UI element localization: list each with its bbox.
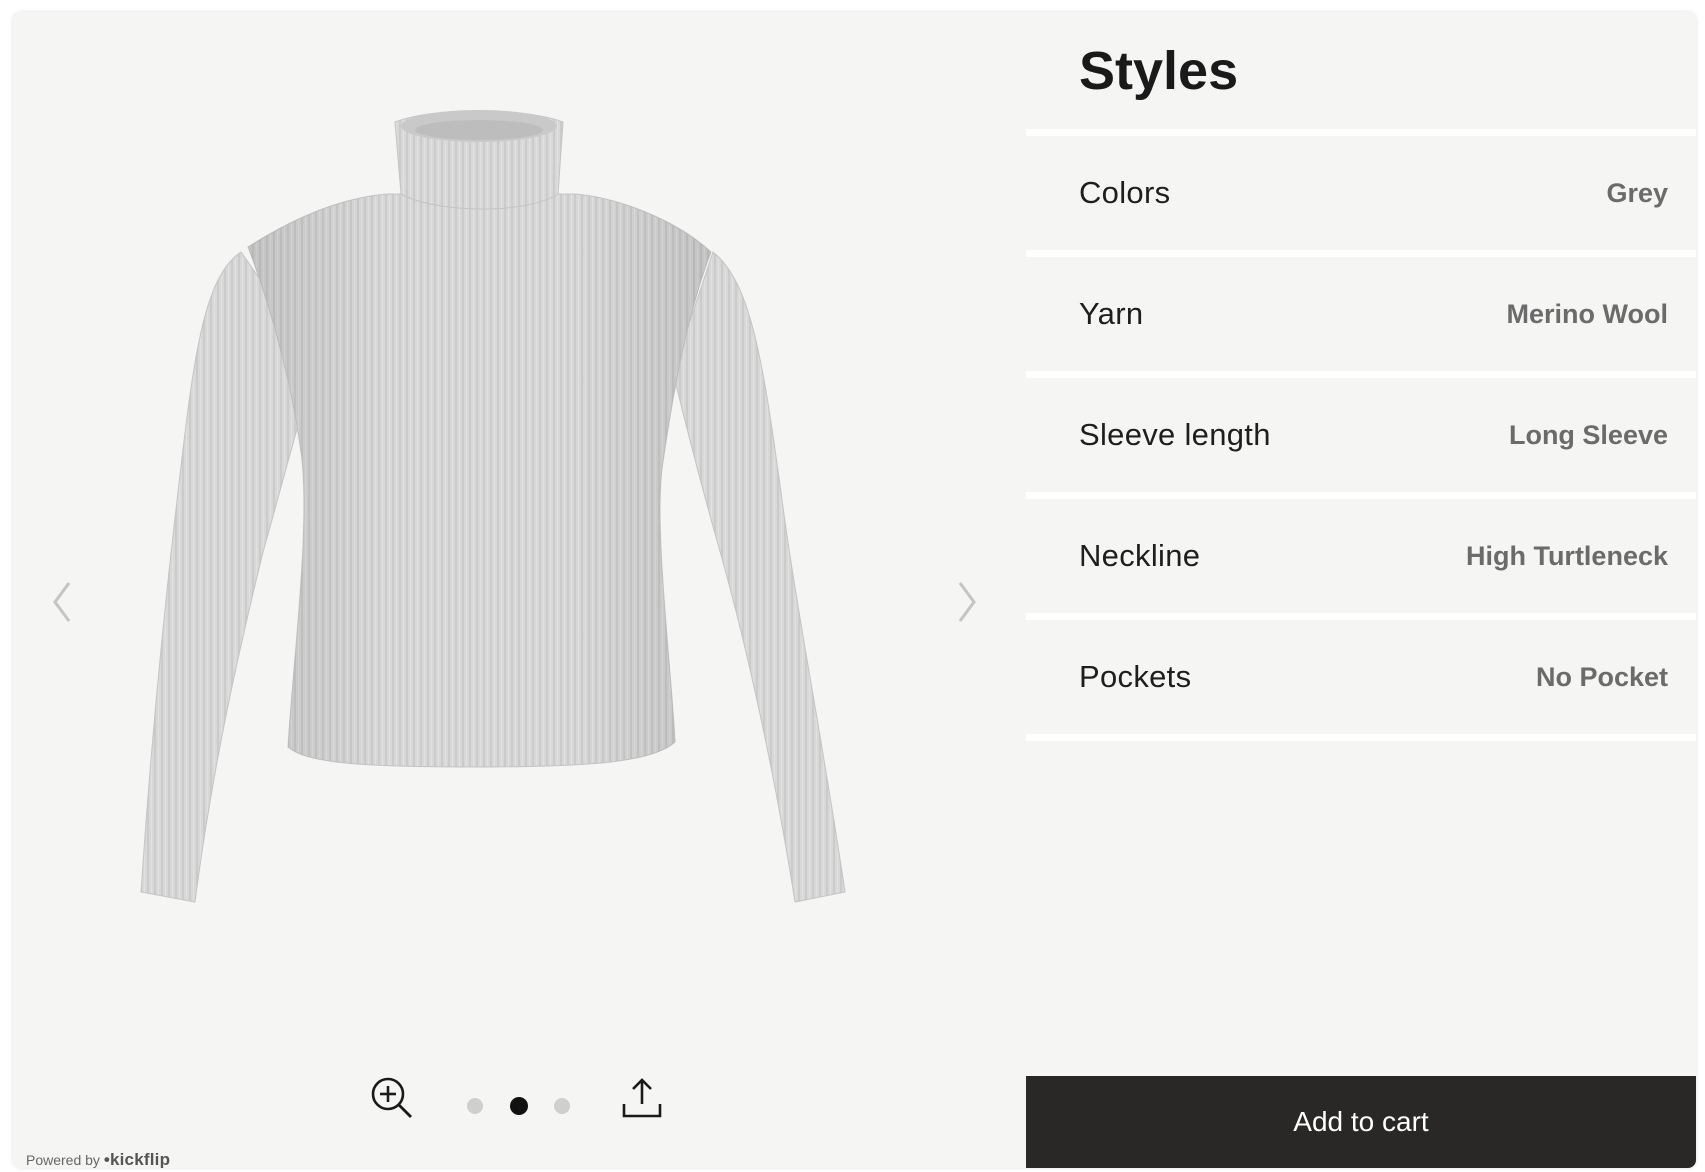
previous-view-button[interactable]	[43, 577, 83, 627]
divider	[1026, 371, 1696, 378]
option-row-pockets[interactable]: Pockets No Pocket	[1026, 620, 1696, 734]
carousel-dot-3[interactable]	[554, 1098, 570, 1114]
carousel-dot-1[interactable]	[467, 1098, 483, 1114]
option-row-neckline[interactable]: Neckline High Turtleneck	[1026, 499, 1696, 613]
option-row-colors[interactable]: Colors Grey	[1026, 136, 1696, 250]
option-label: Sleeve length	[1079, 417, 1271, 452]
product-image	[140, 110, 846, 903]
option-label: Neckline	[1079, 538, 1201, 573]
carousel-dot-2-active[interactable]	[510, 1097, 528, 1115]
panel-title: Styles	[1079, 41, 1239, 101]
share-upload-icon	[622, 1078, 662, 1118]
chevron-right-icon	[958, 582, 976, 622]
option-value: No Pocket	[1535, 661, 1668, 692]
divider	[1026, 129, 1696, 136]
powered-by[interactable]: Powered by •kickflip	[26, 1150, 170, 1168]
product-customizer: Powered by •kickflip Styles Colors Grey …	[13, 12, 1696, 1168]
option-list: Colors Grey Yarn Merino Wool Sleeve leng…	[1026, 129, 1696, 741]
option-value: Merino Wool	[1506, 298, 1669, 329]
chevron-left-icon	[53, 582, 71, 622]
option-value: High Turtleneck	[1465, 540, 1668, 571]
kickflip-logo: •kickflip	[103, 1150, 171, 1168]
option-value: Grey	[1606, 177, 1668, 208]
divider	[1026, 734, 1696, 741]
divider	[1026, 250, 1696, 257]
add-to-cart-button[interactable]: Add to cart	[1026, 1076, 1696, 1168]
divider	[1026, 492, 1696, 499]
option-value: Long Sleeve	[1508, 419, 1668, 450]
options-panel: Styles Colors Grey Yarn Merino Wool Slee…	[1026, 12, 1696, 1168]
option-row-sleeve-length[interactable]: Sleeve length Long Sleeve	[1026, 378, 1696, 492]
zoom-in-icon	[371, 1077, 412, 1118]
zoom-button[interactable]	[370, 1076, 414, 1120]
powered-by-label: Powered by	[26, 1152, 100, 1168]
divider	[1026, 613, 1696, 620]
option-label: Yarn	[1079, 296, 1144, 331]
next-view-button[interactable]	[946, 577, 986, 627]
option-label: Pockets	[1079, 659, 1192, 694]
product-viewer: Powered by •kickflip	[13, 12, 1026, 1168]
option-row-yarn[interactable]: Yarn Merino Wool	[1026, 257, 1696, 371]
option-label: Colors	[1079, 175, 1171, 210]
share-button[interactable]	[620, 1076, 664, 1120]
